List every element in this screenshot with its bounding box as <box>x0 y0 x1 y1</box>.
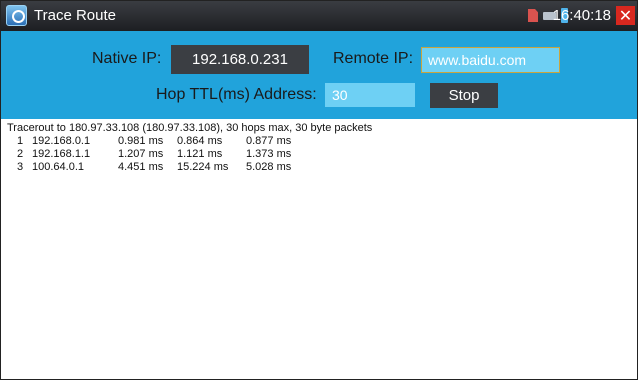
hop-ttl-label: Hop TTL(ms) Address: <box>156 86 317 103</box>
remote-ip-input[interactable] <box>421 47 560 73</box>
hop-ip: 192.168.0.1 <box>32 135 91 147</box>
hop-ip: 192.168.1.1 <box>32 148 91 160</box>
window-title: Trace Route <box>34 7 116 24</box>
stop-button[interactable]: Stop <box>430 83 498 108</box>
hop-row: 2 192.168.1.1 1.207 ms 1.121 ms 1.373 ms <box>7 148 633 161</box>
native-ip-field[interactable]: 192.168.0.231 <box>171 45 309 74</box>
hop-ttl-input[interactable] <box>325 83 415 107</box>
hop-time-3: 5.028 ms <box>246 161 292 173</box>
hop-number: 2 <box>17 148 24 160</box>
hop-ip: 100.64.0.1 <box>32 161 84 173</box>
hop-time-1: 1.207 ms <box>118 148 164 160</box>
hop-number: 3 <box>17 161 24 173</box>
traceroute-header: Tracerout to 180.97.33.108 (180.97.33.10… <box>7 122 373 134</box>
hop-row: 1 192.168.0.1 0.981 ms 0.864 ms 0.877 ms <box>7 135 633 148</box>
remote-ip-label: Remote IP: <box>333 50 414 67</box>
hop-time-3: 1.373 ms <box>246 148 292 160</box>
traceroute-output: Tracerout to 180.97.33.108 (180.97.33.10… <box>7 122 633 174</box>
hop-time-2: 0.864 ms <box>177 135 223 147</box>
hop-number: 1 <box>17 135 24 147</box>
sd-card-icon <box>528 9 538 22</box>
hop-time-1: 0.981 ms <box>118 135 164 147</box>
title-bar: Trace Route 16:40:18 ✕ <box>1 1 637 31</box>
native-ip-label: Native IP: <box>92 50 162 67</box>
control-panel: Native IP: 192.168.0.231 Remote IP: Hop … <box>1 31 637 119</box>
app-window: Trace Route 16:40:18 ✕ Native IP: 192.16… <box>0 0 638 380</box>
hop-time-2: 1.121 ms <box>177 148 223 160</box>
hop-time-2: 15.224 ms <box>177 161 229 173</box>
app-logo-icon <box>6 5 27 26</box>
status-clock: 16:40:18 <box>552 7 611 24</box>
hop-time-1: 4.451 ms <box>118 161 164 173</box>
hop-time-3: 0.877 ms <box>246 135 292 147</box>
close-button[interactable]: ✕ <box>616 6 635 25</box>
hop-row: 3 100.64.0.1 4.451 ms 15.224 ms 5.028 ms <box>7 161 633 174</box>
